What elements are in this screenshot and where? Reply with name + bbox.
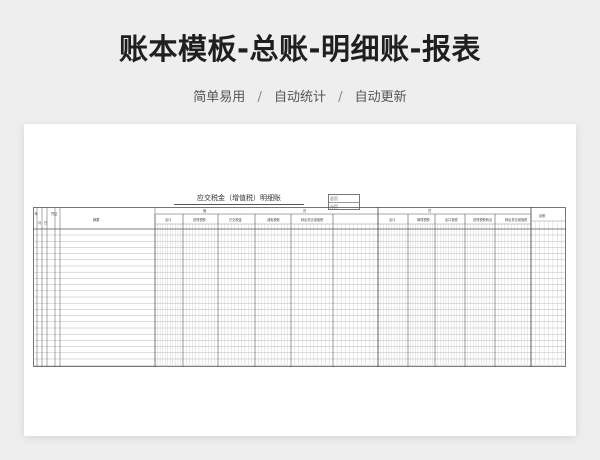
credit-group-label: 贷 bbox=[303, 208, 307, 213]
credit-sub-2: 出口退税 bbox=[445, 217, 459, 222]
ledger-grid: 年 月 日 凭证 摘要 借 贷 合计 进项税额 已交税金 减免税款 转出未交增值… bbox=[33, 207, 566, 367]
credit-sub-0: 合计 bbox=[389, 217, 396, 222]
credit-sub-4: 转出多交增值税 bbox=[505, 217, 528, 222]
debit-sub-3: 减免税款 bbox=[267, 217, 281, 222]
tag-easy: 简单易用 bbox=[193, 90, 246, 105]
tag-auto-update: 自动更新 bbox=[354, 90, 407, 105]
col-day-label: 日 bbox=[44, 221, 47, 225]
credit-sub-1: 销项税额 bbox=[417, 217, 431, 222]
debit-sub-4: 转出未交增值税 bbox=[301, 217, 324, 222]
feature-tags: 简单易用 / 自动统计 / 自动更新 bbox=[0, 86, 600, 105]
debit-group-label: 借 bbox=[203, 208, 207, 213]
page-title: 账本模板-总账-明细账-报表 bbox=[118, 32, 482, 66]
debit-sub-0: 合计 bbox=[165, 217, 172, 222]
tag-separator: / bbox=[338, 90, 343, 105]
total-page-label: 总页 bbox=[330, 196, 338, 201]
preview-card: 应交税金（增值税）明细账 总页 分页 年 月 日 凭证 摘要 借 贷 合计 进项… bbox=[24, 124, 576, 436]
sheet-title: 应交税金（增值税）明细账 bbox=[174, 193, 304, 205]
col-voucher-label: 凭证 bbox=[51, 211, 58, 216]
tag-separator: / bbox=[257, 90, 262, 105]
debit-sub-1: 进项税额 bbox=[193, 217, 207, 222]
debit-sub-2: 已交税金 bbox=[229, 217, 243, 222]
col-year-label: 年 bbox=[35, 211, 39, 216]
col-month-label: 月 bbox=[38, 221, 41, 225]
col-summary-label: 摘要 bbox=[93, 217, 100, 222]
credit-sub-3: 进项税额转出 bbox=[473, 217, 492, 222]
balance-label: 余额 bbox=[539, 213, 546, 218]
ledger-outer-border bbox=[33, 207, 566, 367]
credit-group-label-2: 贷 bbox=[428, 208, 432, 213]
tag-auto-stats: 自动统计 bbox=[273, 90, 326, 105]
